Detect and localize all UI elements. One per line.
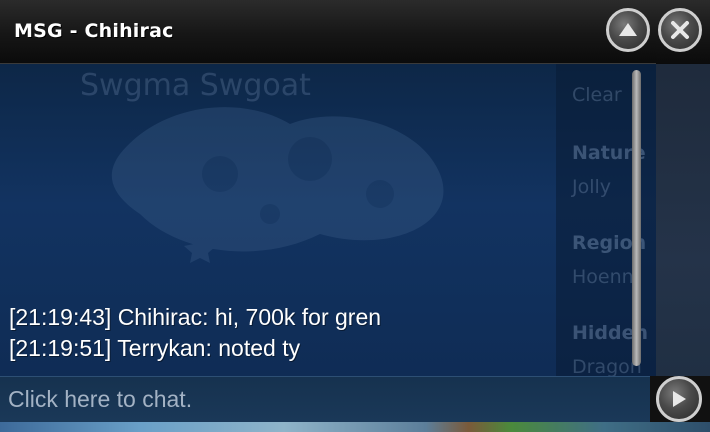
close-button[interactable] bbox=[658, 8, 702, 52]
close-icon bbox=[671, 21, 689, 39]
chat-message: [21:19:51] Terrykan: noted ty bbox=[9, 335, 301, 361]
scrollbar-thumb[interactable] bbox=[632, 70, 641, 366]
private-message-window: MSG - Chihirac Swgma Swgoat Clear Nature… bbox=[0, 0, 710, 432]
region-map-watermark bbox=[111, 107, 444, 263]
chat-message: [21:19:43] Chihirac: hi, 700k for gren bbox=[9, 304, 382, 330]
play-arrow-icon bbox=[673, 391, 686, 407]
background-info-value: Hoenn bbox=[572, 266, 634, 288]
background-info-value: Clear bbox=[572, 84, 622, 106]
chevron-up-icon bbox=[619, 23, 637, 36]
chat-input-bar bbox=[0, 376, 656, 422]
background-info-value: Jolly bbox=[572, 176, 612, 198]
chat-input[interactable] bbox=[0, 377, 650, 421]
minimize-button[interactable] bbox=[606, 8, 650, 52]
window-title: MSG - Chihirac bbox=[14, 20, 174, 42]
titlebar[interactable]: MSG - Chihirac bbox=[0, 0, 656, 64]
send-button[interactable] bbox=[656, 376, 702, 422]
chat-scrollbar[interactable] bbox=[628, 70, 646, 372]
message-list: [21:19:43] Chihirac: hi, 700k for gren [… bbox=[9, 302, 619, 364]
chat-log: Swgma Swgoat Clear Nature Jolly Region H… bbox=[0, 64, 656, 376]
